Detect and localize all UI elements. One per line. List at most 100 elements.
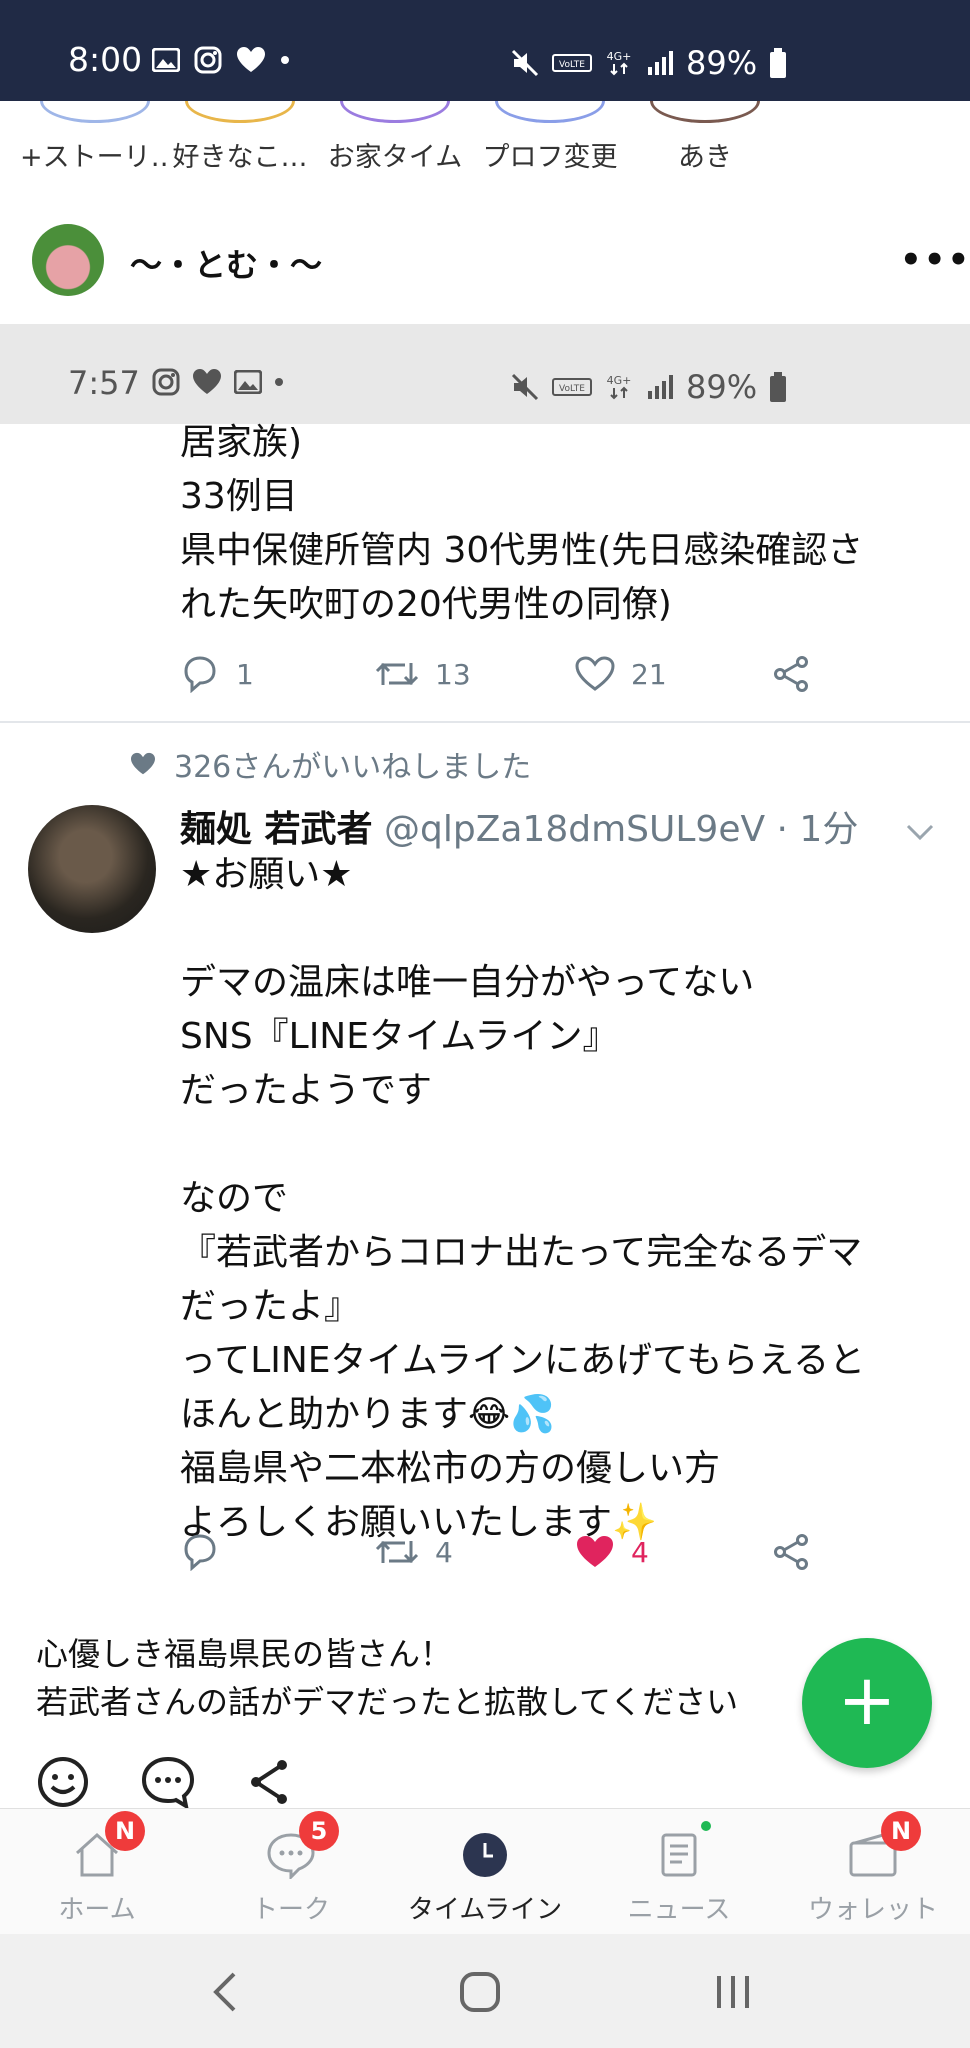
smiley-icon[interactable] [36,1755,90,1809]
story-avatar [340,101,450,123]
image-icon [152,48,180,72]
instagram-icon [152,368,180,396]
mute-icon [511,49,539,77]
back-icon[interactable] [210,1970,240,2014]
signal-icon [648,51,673,75]
mute-icon [511,373,539,401]
screenshot-system-icons: VoLTE 4G+ 89% [510,368,787,406]
tweet-author-avatar[interactable] [28,805,156,933]
recent-apps-icon[interactable] [713,1972,753,2012]
screenshot-status-bar: 7:57 VoLTE 4G+ 89% [0,324,970,424]
story-item[interactable]: あき [630,101,780,174]
story-avatar [650,101,760,123]
reply-action[interactable] [180,1533,236,1571]
comment-icon[interactable] [140,1755,196,1809]
dot-icon [275,378,283,386]
share-icon[interactable] [246,1757,292,1807]
share-icon [774,1534,808,1570]
post-reactions [36,1755,292,1809]
volte-icon: VoLTE [552,378,592,396]
new-dot [701,1821,711,1831]
news-icon [661,1833,697,1877]
tab-label: ホーム [58,1895,136,1925]
like-action[interactable]: 4 [575,1534,649,1570]
tab-news[interactable]: ニュース [582,1809,776,1935]
tweet-text: 居家族) 33例目 県中保健所管内 30代男性(先日感染確認さ れた矢吹町の20… [180,422,864,625]
4g-icon: 4G+ [607,50,632,76]
tab-home[interactable]: N ホーム [0,1809,194,1935]
screenshot-notification-icons [152,368,284,396]
tweet-actions: 1 13 21 [180,652,820,696]
author-avatar[interactable] [32,224,104,296]
retweet-action[interactable]: 13 [375,657,471,691]
status-time: 8:00 [68,40,143,79]
notification-badge: 5 [299,1811,339,1851]
tweet-actions: 4 4 [180,1530,820,1574]
post-header: 〜・とむ・〜 ••• [0,218,970,318]
stories-row: +ストーリ… 好きなこ… お家タイム プロフ変更 あき [0,101,970,196]
share-icon [774,656,808,692]
system-icons: VoLTE 4G+ 89% [510,44,787,82]
story-item[interactable]: プロフ変更 [475,101,625,174]
svg-text:4G+: 4G+ [607,50,632,63]
like-count: 21 [631,657,667,691]
tab-talk[interactable]: 5 トーク [194,1809,388,1935]
heart-icon [237,47,265,72]
post-caption: 心優しき福島県民の皆さん！ 若武者さんの話がデマだったと拡散してください [36,1635,739,1721]
instagram-icon [194,46,222,74]
more-options-button[interactable]: ••• [900,240,970,280]
share-action[interactable] [772,656,810,692]
retweet-action[interactable]: 4 [375,1535,453,1569]
battery-percent: 89% [686,44,758,82]
tweet-divider [0,721,970,723]
battery-icon [770,48,787,78]
story-avatar [40,101,150,123]
home-nav-icon[interactable] [458,1970,502,2014]
svg-text:4G+: 4G+ [607,374,632,387]
retweet-count: 13 [435,657,471,691]
volte-icon: VoLTE [552,54,592,72]
post-image[interactable]: 7:57 VoLTE 4G+ 89% 居家族) 33例目 県中保健所管内 30代… [0,324,970,1614]
story-avatar [185,101,295,123]
story-item[interactable]: +ストーリ… [20,101,170,174]
story-label: お家タイム [327,142,463,173]
tweet-author-name[interactable]: 麺処 若武者 [180,809,373,850]
tweet-text: ★お願い★ デマの温床は唯一自分がやってない SNS『LINEタイムライン』 だ… [180,854,866,1543]
signal-icon [648,375,673,399]
svg-text:VoLTE: VoLTE [559,60,585,70]
retweet-count: 4 [435,1535,453,1569]
reply-icon [184,1534,216,1571]
share-action[interactable] [772,1534,810,1570]
image-icon [234,370,262,394]
notification-badge: N [881,1811,921,1851]
story-avatar [495,101,605,123]
notification-icons [152,46,290,74]
dot-icon [281,56,289,64]
tab-label: ニュース [627,1895,731,1925]
story-label: プロフ変更 [482,142,618,173]
system-status-bar: 8:00 VoLTE 4G+ 89% [0,0,970,101]
4g-icon: 4G+ [607,374,632,400]
like-action[interactable]: 21 [575,656,667,692]
heart-filled-icon [577,1536,613,1567]
tab-timeline[interactable]: タイムライン [388,1809,582,1935]
reply-icon [184,656,216,693]
story-item[interactable]: 好きなこ… [165,101,315,174]
battery-icon [770,372,787,402]
reply-action[interactable]: 1 [180,655,254,693]
post-author-name[interactable]: 〜・とむ・〜 [130,240,322,286]
create-post-button[interactable]: + [802,1638,932,1768]
story-item[interactable]: お家タイム [320,101,470,174]
bottom-tab-bar: N ホーム 5 トーク タイムライン ニュース N ウォレット [0,1808,970,1934]
tweet-author-handle: @qlpZa18dmSUL9eV · 1分 [384,809,859,850]
story-label: +ストーリ… [20,142,170,173]
system-navigation-bar [0,1934,970,2048]
story-label: あき [678,142,732,173]
tweet-header: 麺処 若武者 @qlpZa18dmSUL9eV · 1分 [180,800,858,852]
tab-wallet[interactable]: N ウォレット [776,1809,970,1935]
chevron-down-icon[interactable] [905,822,935,842]
tab-label: タイムライン [407,1895,563,1925]
screenshot-battery-percent: 89% [686,368,758,406]
reply-count: 1 [236,657,254,691]
retweet-icon [375,1540,419,1564]
